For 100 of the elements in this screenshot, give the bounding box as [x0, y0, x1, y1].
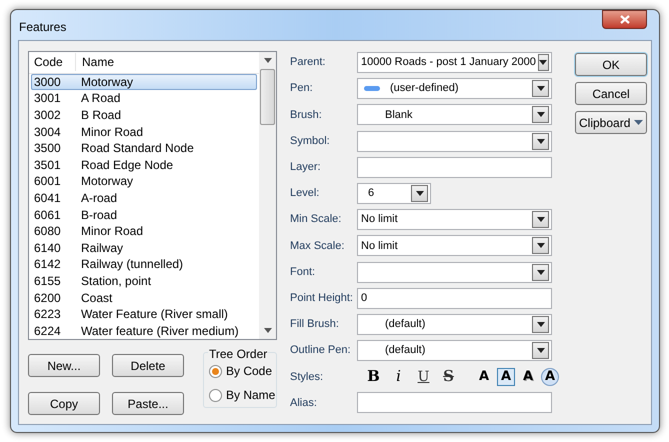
input-field[interactable]: 0 — [357, 288, 552, 309]
caret-icon — [264, 328, 272, 333]
scroll-thumb[interactable] — [260, 69, 275, 125]
text-style-button[interactable]: i — [388, 369, 409, 384]
dropdown-field[interactable] — [357, 130, 552, 152]
code-cell-text: 6001 — [33, 173, 62, 190]
name-cell-text: Coast — [80, 290, 112, 307]
list-row[interactable]: 3501 Road Edge Node — [31, 156, 257, 174]
code-cell-text: 6041 — [33, 190, 62, 207]
dropdown-button[interactable] — [532, 316, 549, 333]
dropdown-field[interactable]: (default) — [357, 340, 552, 362]
input-field[interactable] — [357, 392, 552, 414]
caret-icon — [536, 348, 544, 354]
dropdown-field[interactable]: 6 — [357, 182, 431, 204]
field-label: Parent: — [290, 55, 326, 70]
field-label: Pen: — [290, 81, 314, 96]
list-row[interactable]: 3500 Road Standard Node — [31, 140, 257, 156]
push-button[interactable]: Delete — [112, 354, 184, 377]
text-style-button[interactable]: B — [363, 369, 384, 384]
text-effect-button[interactable]: A — [475, 368, 493, 386]
caret-icon — [536, 322, 544, 327]
push-button[interactable]: Copy — [28, 392, 100, 415]
dropdown-button[interactable] — [532, 132, 549, 150]
column-header[interactable]: Code — [29, 53, 76, 72]
text-effect-button[interactable]: A — [519, 368, 537, 386]
field-label: Max Scale: — [290, 238, 346, 254]
code-cell-text: 6061 — [33, 206, 62, 224]
name-cell-text: Motorway — [80, 173, 134, 190]
list-row[interactable]: 6001 Motorway — [31, 173, 257, 190]
name-cell-text: A Road — [80, 90, 120, 108]
dropdown-button[interactable] — [532, 211, 549, 228]
dropdown-field[interactable]: No limit — [357, 235, 552, 256]
dropdown-field[interactable]: Blank — [357, 104, 552, 126]
list-row[interactable]: 3000 Motorway — [31, 74, 257, 90]
text-effect-button[interactable]: A — [497, 368, 515, 386]
dropdown-field[interactable]: No limit — [357, 209, 552, 230]
menu-button[interactable]: Clipboard — [575, 111, 647, 134]
dropdown-button[interactable] — [532, 80, 549, 98]
caret-icon — [536, 243, 544, 248]
dropdown-button[interactable] — [532, 237, 549, 254]
list-row[interactable]: 6155 Station, point — [31, 272, 257, 290]
scrollbar[interactable] — [259, 52, 276, 339]
dropdown-button[interactable] — [411, 184, 428, 202]
field-label: Styles: — [290, 370, 324, 384]
field-label: Layer: — [290, 160, 322, 175]
list-row[interactable]: 3004 Minor Road — [31, 123, 257, 140]
dropdown-field[interactable] — [357, 262, 552, 282]
push-button[interactable]: Cancel — [575, 82, 647, 105]
column-header[interactable]: Name — [76, 53, 114, 72]
push-button[interactable]: OK — [575, 53, 647, 76]
field-label: Fill Brush: — [290, 317, 340, 332]
list-row[interactable]: 6200 Coast — [31, 289, 257, 306]
name-cell-text: Road Standard Node — [80, 140, 194, 158]
dropdown-button[interactable] — [538, 54, 549, 71]
push-button[interactable]: Paste... — [112, 392, 184, 415]
push-button[interactable]: New... — [28, 354, 100, 377]
caret-icon — [536, 86, 544, 92]
list-row[interactable]: 6041 A-road — [31, 190, 257, 206]
name-cell-text: Railway — [80, 240, 124, 257]
code-cell-text: 6142 — [33, 256, 62, 274]
name-cell-text: Road Edge Node — [80, 156, 174, 174]
field-label: Min Scale: — [290, 212, 342, 228]
code-cell-text: 3500 — [33, 140, 62, 158]
field-label: Outline Pen: — [290, 343, 352, 358]
list-row[interactable]: 6061 B-road — [31, 206, 257, 223]
list-row[interactable]: 3001 A Road — [31, 90, 257, 107]
close-button[interactable] — [602, 10, 647, 29]
radio-button[interactable] — [209, 364, 222, 378]
code-cell-text: 3001 — [33, 90, 62, 108]
radio-button[interactable] — [209, 388, 222, 402]
radio-label: By Code — [226, 363, 272, 380]
dropdown-field[interactable]: (user-defined) — [357, 78, 552, 100]
code-cell-text: 6200 — [33, 290, 62, 307]
list-row[interactable]: 6142 Railway (tunnelled) — [31, 256, 257, 273]
text-effect-button[interactable]: A — [541, 368, 559, 386]
list-row[interactable]: 6223 Water Feature (River small) — [31, 306, 257, 322]
list-row[interactable]: 6224 Water feature (River medium) — [31, 322, 257, 339]
code-cell-text: 6223 — [33, 306, 62, 324]
list-row[interactable]: 6080 Minor Road — [31, 222, 257, 240]
text-style-button[interactable]: S — [438, 369, 459, 384]
close-icon — [620, 15, 630, 24]
list-row[interactable]: 6140 Railway — [31, 239, 257, 256]
dropdown-field[interactable]: (default) — [357, 314, 552, 335]
code-cell-text: 6140 — [33, 240, 62, 257]
field-label: Point Height: — [290, 290, 354, 306]
dropdown-button[interactable] — [532, 264, 549, 280]
caret-icon — [536, 270, 544, 274]
field-label: Alias: — [290, 396, 318, 411]
text-style-button[interactable]: U — [413, 370, 434, 384]
input-field[interactable] — [357, 156, 552, 178]
dropdown-field[interactable]: 10000 Roads - post 1 January 2000 — [357, 52, 552, 73]
name-cell-text: Motorway — [80, 74, 134, 91]
name-cell-text: Minor Road — [80, 124, 144, 141]
list-row[interactable]: 3002 B Road — [31, 106, 257, 124]
caret-icon — [634, 120, 643, 125]
field-label: Font: — [290, 264, 316, 280]
dropdown-button[interactable] — [532, 342, 549, 360]
dropdown-button[interactable] — [532, 106, 549, 124]
caret-icon — [539, 60, 548, 65]
field-label: Brush: — [290, 108, 323, 123]
